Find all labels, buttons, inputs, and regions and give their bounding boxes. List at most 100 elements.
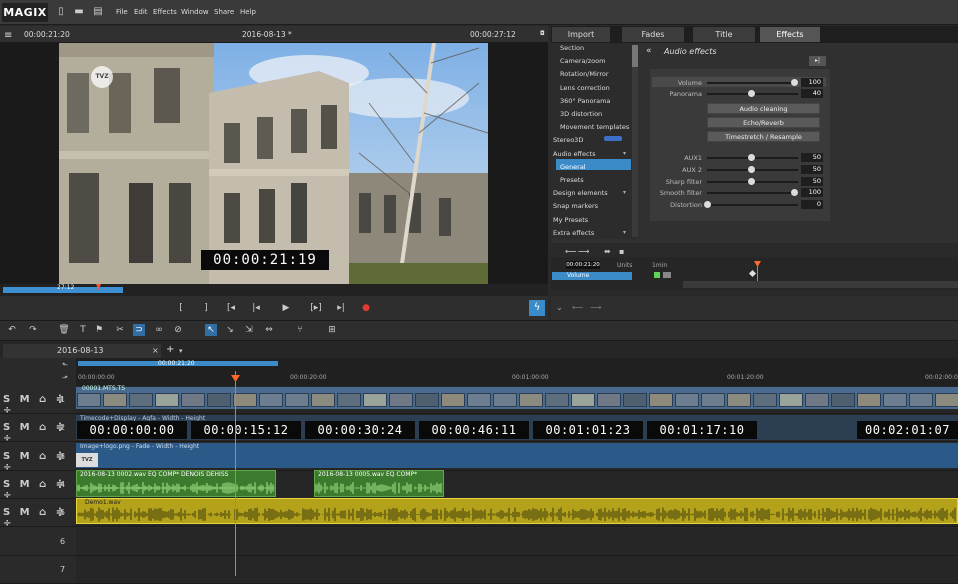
effects-item-0[interactable]: Section xyxy=(560,44,584,52)
cut-icon[interactable]: ✂ xyxy=(114,324,126,336)
new-file-icon[interactable]: ▯ xyxy=(55,6,67,18)
tab-dropdown-icon[interactable]: ▾ xyxy=(179,347,183,355)
effects-item-8[interactable]: Audio effects xyxy=(553,150,596,158)
ungroup-icon[interactable]: ⊘ xyxy=(172,324,184,336)
collapse-icon[interactable]: « xyxy=(646,46,652,56)
mark-out-button[interactable]: ] xyxy=(197,302,215,314)
effects-item-2[interactable]: Rotation/Mirror xyxy=(560,70,609,78)
effects-item-10[interactable]: Presets xyxy=(560,176,584,184)
stretch-icon[interactable]: ⇔ xyxy=(263,324,275,336)
effects-item-7[interactable]: Stereo3D xyxy=(553,136,583,144)
effects-expand-icon[interactable]: ▾ xyxy=(623,189,626,196)
menu-effects[interactable]: Effects xyxy=(153,8,177,16)
track-header-7[interactable]: 7 xyxy=(0,556,76,584)
add-tab-icon[interactable]: + xyxy=(166,344,174,355)
kf-scrollbar[interactable] xyxy=(683,281,958,288)
effects-item-1[interactable]: Camera/zoom xyxy=(560,57,605,65)
kf-delete-icon[interactable]: ▪ xyxy=(619,247,624,256)
slider-knob[interactable] xyxy=(791,79,798,86)
kf-row-volume[interactable] xyxy=(552,272,632,280)
timeline-playhead[interactable] xyxy=(235,371,236,576)
redo-kf-icon[interactable]: ⟶ xyxy=(590,303,601,312)
slider-value[interactable]: 0 xyxy=(801,200,823,209)
menu-help[interactable]: Help xyxy=(240,8,256,16)
lightning-icon[interactable]: ϟ xyxy=(529,300,545,316)
kf-add-icon[interactable]: ⬌ xyxy=(604,247,611,256)
slider-track[interactable] xyxy=(707,204,798,206)
kf-toggle[interactable] xyxy=(663,272,671,278)
prev-frame-button[interactable]: |◂ xyxy=(247,302,265,314)
magix-logo[interactable]: MAGIX xyxy=(2,3,48,22)
hamburger-icon[interactable]: ≡ xyxy=(4,30,12,41)
link-icon[interactable]: ⊃ xyxy=(133,324,145,336)
marker-icon[interactable]: ⚑ xyxy=(93,324,105,336)
slider-track[interactable] xyxy=(707,192,798,194)
track-header-3[interactable]: S M ⌂ ≑ ÷ 3 xyxy=(0,443,76,473)
prev-marker-button[interactable]: [◂ xyxy=(222,302,240,314)
title-icon[interactable]: T xyxy=(77,324,89,336)
menu-file[interactable]: File xyxy=(116,8,128,16)
effects-item-11[interactable]: Design elements xyxy=(553,189,608,197)
effects-tree-scroll-thumb[interactable] xyxy=(632,45,638,67)
track-row-6[interactable] xyxy=(76,527,958,556)
track-header-2[interactable]: S M ⌂ ≑ ÷ 2 xyxy=(0,414,76,444)
effects-item-9[interactable]: General xyxy=(560,163,586,171)
track-header-5[interactable]: S M ⌂ ≑ ÷ 5 xyxy=(0,499,76,529)
audio-effect-button-2[interactable]: Timestretch / Resample xyxy=(707,131,820,142)
skip-end-icon[interactable]: ▸| xyxy=(809,56,826,66)
open-folder-icon[interactable]: ▬ xyxy=(73,6,85,18)
effects-item-12[interactable]: Snap markers xyxy=(553,202,598,210)
slider-track[interactable] xyxy=(707,82,798,84)
slider-knob[interactable] xyxy=(747,178,755,185)
snap-icon[interactable]: ⊞ xyxy=(326,324,338,336)
slider-value[interactable]: 40 xyxy=(801,89,823,98)
record-button[interactable]: ● xyxy=(357,302,375,314)
kf-prev-icon[interactable]: ⟵ xyxy=(565,247,576,256)
tab-fades[interactable]: Fades xyxy=(622,27,684,42)
track-row-7[interactable] xyxy=(76,555,958,584)
expand-down-icon[interactable]: ⌄ xyxy=(556,303,563,312)
effects-tree-scrollbar[interactable] xyxy=(632,45,638,237)
effects-item-6[interactable]: Movement templates xyxy=(560,123,629,131)
pointer-track-icon[interactable]: ⇲ xyxy=(243,324,255,336)
menu-share[interactable]: Share xyxy=(214,8,234,16)
slider-value[interactable]: 50 xyxy=(801,165,823,174)
menu-window[interactable]: Window xyxy=(181,8,209,16)
slider-value[interactable]: 50 xyxy=(801,153,823,162)
tab-effects[interactable]: Effects xyxy=(760,27,820,42)
effects-expand-icon[interactable]: ▾ xyxy=(623,150,626,157)
close-tab-icon[interactable]: × xyxy=(152,346,159,355)
next-frame-button[interactable]: [▸] xyxy=(307,302,325,314)
track-header-6[interactable]: 6 xyxy=(0,528,76,556)
kf-color-green[interactable] xyxy=(654,272,660,278)
slider-knob[interactable] xyxy=(704,201,711,208)
slider-knob[interactable] xyxy=(747,166,755,173)
slider-value[interactable]: 50 xyxy=(801,177,823,186)
tab-import[interactable]: Import xyxy=(552,27,610,42)
effects-item-4[interactable]: 360° Panorama xyxy=(560,97,610,105)
slider-knob[interactable] xyxy=(791,189,798,196)
mark-in-button[interactable]: [ xyxy=(172,302,190,314)
effects-item-3[interactable]: Lens correction xyxy=(560,84,610,92)
maximize-icon[interactable]: ◘ xyxy=(540,30,545,37)
delete-icon[interactable]: 🗑 xyxy=(58,324,70,336)
slider-knob[interactable] xyxy=(747,154,755,161)
redo-icon[interactable]: ↷ xyxy=(27,324,39,336)
effects-item-14[interactable]: Extra effects xyxy=(553,229,594,237)
kf-next-icon[interactable]: ⟶ xyxy=(578,247,589,256)
slider-value[interactable]: 100 xyxy=(801,78,823,87)
menu-edit[interactable]: Edit xyxy=(134,8,148,16)
track-header-1[interactable]: S M ⌂ ≑ ÷ 1 xyxy=(0,386,76,416)
audio-effect-button-0[interactable]: Audio cleaning xyxy=(707,103,820,114)
slider-value[interactable]: 100 xyxy=(801,188,823,197)
next-marker-button[interactable]: ▸| xyxy=(332,302,350,314)
group-icon[interactable]: ∞ xyxy=(153,324,165,336)
undo-icon[interactable]: ↶ xyxy=(6,324,18,336)
ruler-icon-2[interactable]: ⬏ xyxy=(62,374,68,382)
play-button[interactable]: ▶ xyxy=(277,302,295,314)
save-icon[interactable]: ▤ xyxy=(92,6,104,18)
split-icon[interactable]: ⑂ xyxy=(294,324,306,336)
undo-kf-icon[interactable]: ⟵ xyxy=(572,303,583,312)
slider-knob[interactable] xyxy=(747,90,755,97)
effects-expand-icon[interactable]: ▾ xyxy=(623,229,626,236)
